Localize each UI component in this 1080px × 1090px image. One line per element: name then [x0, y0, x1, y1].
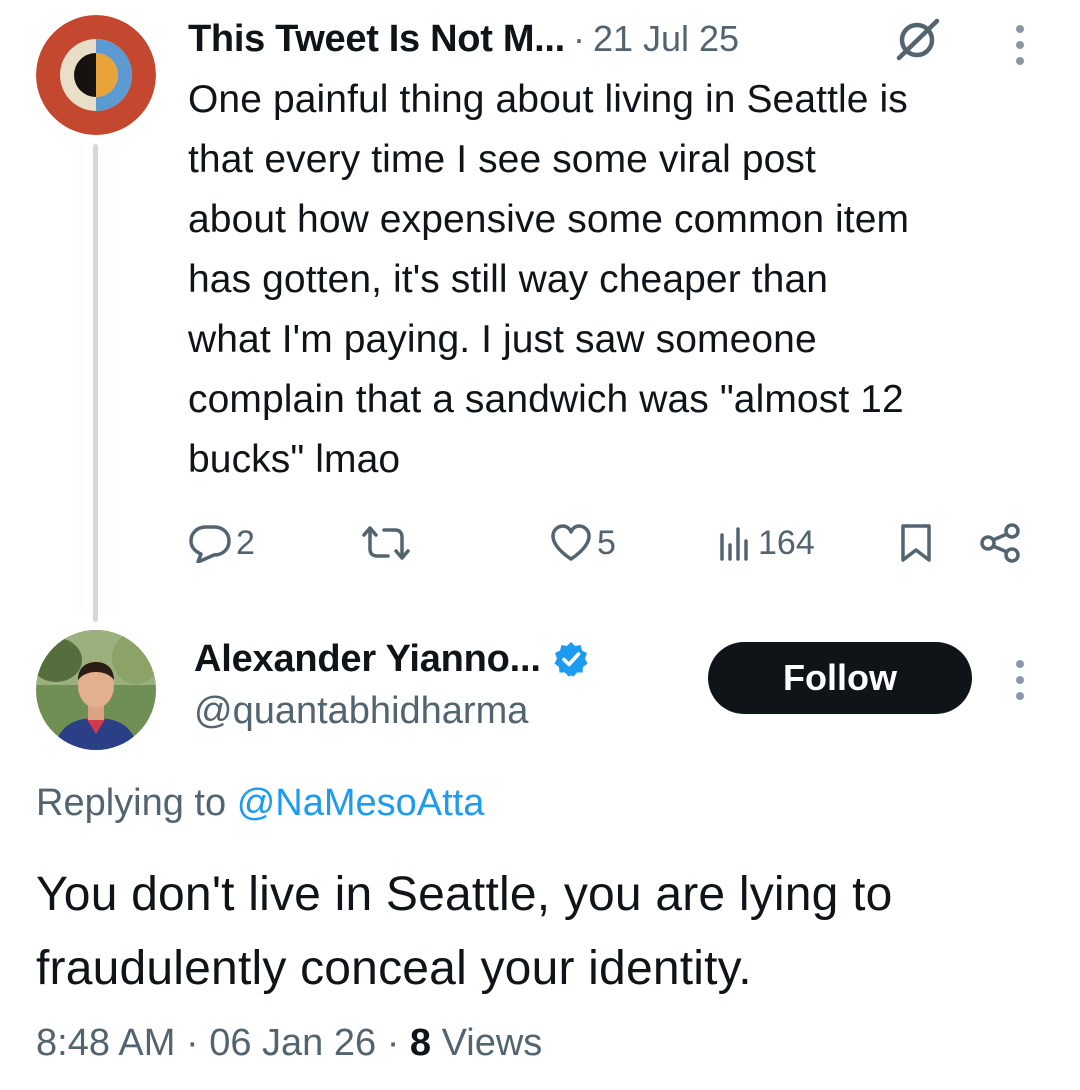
reply-author-avatar[interactable] [36, 630, 156, 750]
views-action[interactable]: 164 [718, 518, 815, 568]
repost-icon [360, 523, 412, 563]
reply-views-count: 8 [409, 1022, 432, 1064]
bookmark-icon [898, 522, 934, 564]
like-count: 5 [597, 523, 616, 562]
reply-author-row: Alexander Yianno... [194, 632, 589, 686]
reply-tweet-meta: 8:48 AM · 06 Jan 26 · 8 Views [36, 1022, 542, 1065]
follow-button[interactable]: Follow [708, 642, 972, 714]
repost-action[interactable] [360, 518, 416, 568]
replying-to-line: Replying to @NaMesoAtta [36, 782, 484, 825]
reply-date[interactable]: 06 Jan 26 [209, 1022, 376, 1064]
thread-connector-line [93, 144, 98, 622]
meta-separator: · [386, 1022, 400, 1064]
replying-to-label: Replying to [36, 782, 227, 824]
views-icon [718, 523, 754, 563]
parent-tweet-text: One painful thing about living in Seattl… [188, 78, 910, 481]
bookmark-action[interactable] [898, 518, 934, 568]
parent-tweet-header: This Tweet Is Not M... · 21 Jul 25 [188, 12, 739, 66]
reply-icon [188, 523, 232, 563]
meta-separator: · [185, 1022, 199, 1064]
header-separator: · [572, 18, 585, 59]
reply-action[interactable]: 2 [188, 518, 255, 568]
replying-to-mention[interactable]: @NaMesoAtta [237, 782, 485, 824]
like-icon [549, 523, 593, 563]
parent-more-icon[interactable] [1012, 20, 1028, 70]
parent-author-avatar[interactable] [36, 15, 156, 135]
share-icon [978, 522, 1022, 564]
like-action[interactable]: 5 [549, 518, 616, 568]
verified-badge-icon[interactable] [553, 641, 589, 677]
views-count: 164 [758, 523, 815, 562]
share-action[interactable] [978, 518, 1022, 568]
reply-time[interactable]: 8:48 AM [36, 1022, 175, 1064]
grok-icon[interactable] [893, 18, 943, 62]
reply-author-handle[interactable]: @quantabhidharma [194, 690, 528, 733]
parent-author-name[interactable]: This Tweet Is Not M... [188, 18, 565, 61]
reply-count: 2 [236, 523, 255, 562]
reply-more-icon[interactable] [1012, 655, 1028, 705]
reply-author-name[interactable]: Alexander Yianno... [194, 638, 541, 681]
reply-views-label[interactable]: Views [442, 1022, 543, 1064]
reply-tweet-text: You don't live in Seattle, you are lying… [36, 868, 893, 995]
parent-tweet-date[interactable]: 21 Jul 25 [593, 18, 739, 60]
